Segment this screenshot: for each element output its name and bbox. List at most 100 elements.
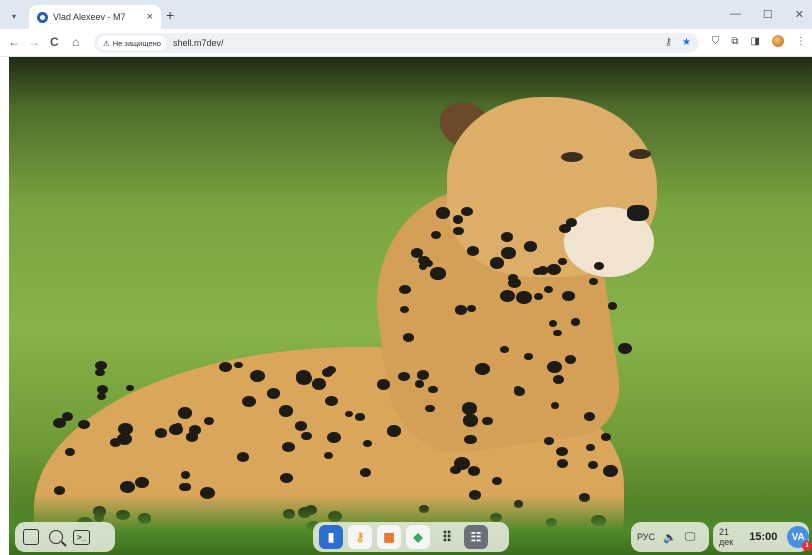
files-app-icon[interactable]: ▮	[319, 525, 343, 549]
notification-badge: 1	[802, 541, 812, 551]
wallpaper-cheetah-spot	[423, 259, 433, 267]
security-label: Не защищено	[112, 38, 161, 48]
wallpaper-cheetah-spot	[135, 477, 150, 489]
wallpaper-cheetah-spot	[500, 289, 516, 302]
wallpaper-cheetah-spot	[52, 418, 66, 429]
wallpaper-cheetah-spot	[266, 388, 281, 399]
wallpaper-cheetah-spot	[524, 353, 533, 360]
profile-avatar[interactable]	[772, 35, 784, 47]
keys-app-icon[interactable]: ⚷	[348, 525, 372, 549]
search-icon[interactable]	[49, 530, 63, 544]
shield-extension-icon[interactable]: ⛉	[712, 36, 720, 47]
wallpaper-cheetah-spot	[544, 285, 554, 293]
wallpaper-cheetah-spot	[452, 226, 464, 235]
warning-icon: ⚠	[103, 38, 110, 48]
wallpaper-cheetah-spot	[425, 404, 435, 413]
wallpaper-cheetah-spot	[411, 248, 424, 258]
user-avatar[interactable]: VA 1	[787, 526, 812, 551]
wallpaper-cheetah-spot	[475, 363, 490, 375]
side-panel-icon[interactable]: ◨	[751, 36, 760, 47]
wallpaper-cheetah-spot	[322, 367, 334, 377]
wallpaper-cheetah-spot	[399, 306, 409, 314]
wallpaper-cheetah-spot	[558, 258, 567, 265]
browser-menu-icon[interactable]: ⋮	[796, 36, 806, 47]
wallpaper-cheetah-spot	[430, 267, 446, 280]
wallpaper-cheetah-spot	[454, 457, 471, 470]
wallpaper-cheetah-spot	[589, 277, 598, 285]
taskbar-left-group: >_	[15, 522, 115, 552]
wallpaper-cheetah-spot	[500, 232, 513, 242]
wallpaper-cheetah-spot	[455, 305, 467, 315]
wallpaper-cheetah-spot	[467, 305, 476, 313]
app-grid-icon[interactable]: ⠿	[435, 525, 459, 549]
wallpaper-cheetah-spot	[53, 485, 66, 495]
wallpaper-cheetah-eye	[561, 152, 583, 162]
store-app-icon[interactable]: ▦	[377, 525, 401, 549]
tab-favicon-icon	[37, 11, 48, 23]
toolbar-right-icons: ⛉ ⧉ ◨ ⋮	[712, 35, 806, 47]
wallpaper-cheetah-spot	[544, 437, 554, 445]
wallpaper-cheetah-spot	[500, 345, 510, 353]
wallpaper-cheetah-spot	[556, 446, 568, 456]
wallpaper-cheetah-spot	[553, 374, 565, 384]
wallpaper-cheetah-nose	[627, 205, 649, 221]
wallpaper-cheetah-spot	[234, 361, 243, 369]
tab-title: Vlad Alexeev - M7	[53, 12, 126, 22]
wallpaper-cheetah-spot	[513, 387, 525, 396]
wallpaper-cheetah-spot	[428, 385, 438, 394]
wallpaper-cheetah-eye	[629, 149, 651, 159]
cube-app-icon[interactable]: ◆	[406, 525, 430, 549]
wallpaper-cheetah-spot	[180, 471, 190, 479]
forward-button[interactable]: →	[28, 35, 40, 49]
close-window-button[interactable]: ✕	[795, 8, 804, 21]
new-tab-button[interactable]: +	[166, 8, 174, 22]
wallpaper-cheetah-spot	[481, 416, 493, 426]
wallpaper-cheetah-spot	[174, 423, 183, 430]
wallpaper-cheetah-spot	[236, 451, 250, 462]
url-text[interactable]: shell.m7dev/	[173, 38, 224, 48]
wallpaper-cheetah-spot	[570, 317, 581, 326]
minimize-button[interactable]: —	[730, 8, 741, 21]
wallpaper-cheetah-spot	[586, 444, 595, 452]
volume-icon[interactable]: 🔈	[663, 531, 677, 544]
bookmark-star-icon[interactable]: ★	[682, 37, 691, 48]
keyboard-layout-indicator[interactable]: РУС	[637, 532, 655, 542]
display-icon[interactable]: 🖵	[685, 531, 696, 544]
address-bar[interactable]: ⚠ Не защищено shell.m7dev/ ⚷ ★	[94, 33, 699, 53]
browser-toolbar: ← → C ⌂ ⚠ Не защищено shell.m7dev/ ⚷ ★ ⛉…	[0, 29, 812, 57]
overview-icon[interactable]	[23, 529, 39, 545]
wallpaper-cheetah-spot	[461, 402, 478, 415]
terminal-icon[interactable]: >_	[73, 529, 90, 545]
browser-tab[interactable]: Vlad Alexeev - M7 ×	[29, 5, 161, 29]
tab-close-button[interactable]: ×	[147, 11, 153, 23]
home-button[interactable]: ⌂	[72, 35, 79, 49]
extensions-puzzle-icon[interactable]: ⧉	[731, 36, 738, 47]
wallpaper-cheetah-spot	[386, 425, 401, 437]
reload-button[interactable]: C	[50, 35, 59, 49]
wallpaper-cheetah-spot	[548, 320, 558, 327]
maximize-button[interactable]: ☐	[763, 8, 773, 21]
wallpaper-cheetah-spot	[311, 378, 327, 390]
security-indicator[interactable]: ⚠ Не защищено	[98, 36, 166, 50]
wallpaper-cheetah-spot	[279, 405, 294, 417]
clock-date: 21 дек	[719, 527, 734, 547]
wallpaper-cheetah-spot	[402, 332, 415, 342]
wallpaper-cheetah-spot	[464, 434, 477, 445]
taskbar-clock[interactable]: 21 дек 15:00 VA 1	[713, 522, 812, 552]
desktop-wallpaper	[9, 57, 812, 555]
wallpaper-cheetah-spot	[344, 410, 353, 418]
wallpaper-cheetah-spot	[467, 465, 480, 476]
wallpaper-cheetah-spot	[97, 392, 107, 401]
taskbar-apps: ▮ ⚷ ▦ ◆ ⠿ ☷	[313, 522, 509, 552]
people-app-icon[interactable]: ☷	[464, 525, 488, 549]
wallpaper-cheetah-spot	[534, 293, 543, 301]
taskbar-tray: РУС 🔈 🖵	[631, 522, 709, 552]
back-button[interactable]: ←	[8, 35, 20, 49]
wallpaper-cheetah-spot	[179, 482, 190, 492]
password-key-icon[interactable]: ⚷	[665, 37, 672, 48]
wallpaper-cheetah-spot	[617, 342, 632, 354]
tab-search-button[interactable]: ▾	[6, 8, 22, 24]
window-controls: — ☐ ✕	[730, 8, 804, 21]
wallpaper-cheetah-spot	[600, 432, 611, 441]
wallpaper-cheetah-spot	[398, 371, 410, 381]
